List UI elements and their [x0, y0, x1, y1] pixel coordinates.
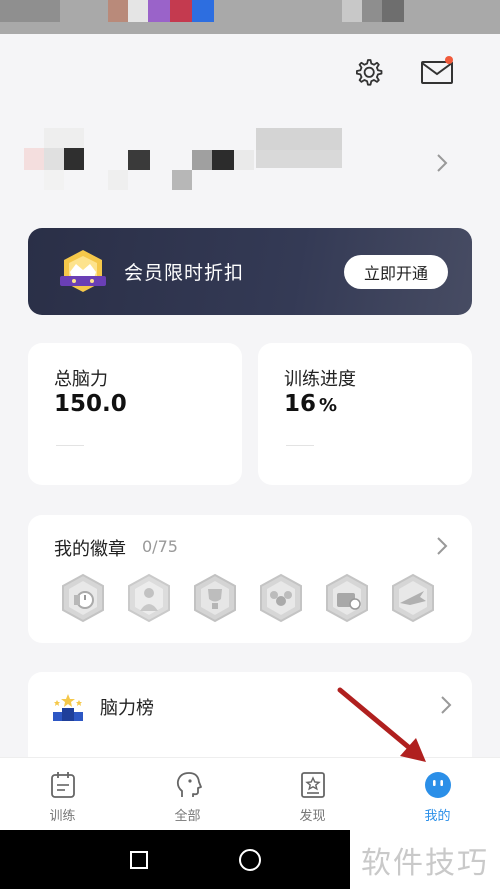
pixel-block — [212, 150, 234, 170]
tab-label: 发现 — [299, 809, 326, 824]
podium-icon — [53, 694, 83, 721]
person-badge-icon — [128, 573, 170, 623]
chevron-right-icon — [437, 537, 448, 555]
chevron-right-icon — [437, 154, 448, 172]
status-blur-block — [362, 0, 382, 22]
training-progress-card[interactable]: 训练进度 16% — [258, 343, 472, 485]
stat-number: 150.0 — [54, 391, 127, 417]
stat-number: 16 — [284, 391, 317, 417]
pixel-block — [128, 150, 150, 170]
activate-now-button[interactable]: 立即开通 — [344, 255, 448, 289]
nickname-blur — [256, 128, 342, 150]
pixel-block — [44, 128, 84, 148]
vip-crown-icon — [60, 250, 106, 292]
stat-label: 训练进度 — [284, 369, 356, 390]
pixel-block — [44, 170, 64, 190]
status-blur-block — [382, 0, 404, 22]
total-brainpower-card[interactable]: 总脑力 150.0 — [28, 343, 242, 485]
status-blur-block — [0, 0, 60, 22]
messages-button[interactable] — [417, 52, 457, 92]
tab-label: 我的 — [424, 809, 451, 824]
stat-unit: % — [319, 395, 338, 416]
trophy-badge-icon — [194, 573, 236, 623]
pixel-block — [64, 148, 84, 170]
plane-badge-icon — [392, 573, 434, 623]
notification-dot — [445, 56, 453, 64]
top-actions — [0, 52, 500, 92]
pixel-block — [44, 148, 64, 170]
divider — [56, 445, 84, 446]
vip-banner[interactable]: 会员限时折扣 立即开通 — [28, 228, 472, 315]
badges-count: 0/75 — [142, 537, 178, 556]
chevron-right-icon — [441, 696, 452, 714]
pixel-block — [234, 150, 254, 170]
pixel-block — [108, 170, 128, 190]
pixel-block — [172, 170, 192, 190]
bag-badge-icon — [326, 573, 368, 623]
status-blur-block — [170, 0, 192, 22]
avatar — [24, 148, 46, 170]
recent-apps-button[interactable] — [130, 851, 148, 869]
status-blur-block — [108, 0, 128, 22]
tab-label: 训练 — [49, 809, 76, 824]
calendar-icon — [50, 772, 75, 798]
watermark: 软件技巧 — [350, 830, 500, 889]
status-blur-block — [128, 0, 148, 22]
badges-title: 我的徽章 — [54, 539, 126, 560]
ranking-title: 脑力榜 — [100, 698, 154, 719]
tab-all[interactable]: 全部 — [125, 758, 250, 831]
star-card-icon — [300, 772, 325, 798]
vip-title: 会员限时折扣 — [124, 262, 245, 284]
tab-label: 全部 — [174, 809, 201, 824]
stat-label: 总脑力 — [54, 369, 108, 390]
status-bar — [0, 0, 500, 34]
timer-badge-icon — [62, 573, 104, 623]
head-icon — [176, 772, 202, 797]
profile-row[interactable] — [0, 120, 500, 210]
pixel-block — [192, 150, 212, 170]
divider — [286, 445, 314, 446]
nickname-blur — [256, 150, 342, 168]
badges-card[interactable]: 我的徽章 0/75 — [28, 515, 472, 643]
stat-value: 16% — [284, 391, 337, 417]
annotation-arrow-icon — [337, 687, 426, 762]
stat-value: 150.0 — [54, 391, 127, 417]
home-button[interactable] — [239, 849, 261, 871]
gear-icon — [356, 59, 383, 86]
settings-button[interactable] — [348, 52, 388, 92]
status-blur-block — [148, 0, 170, 22]
status-blur-block — [342, 0, 362, 22]
face-icon — [424, 772, 451, 798]
status-blur-block — [192, 0, 214, 22]
group-badge-icon — [260, 573, 302, 623]
tab-training[interactable]: 训练 — [0, 758, 125, 831]
